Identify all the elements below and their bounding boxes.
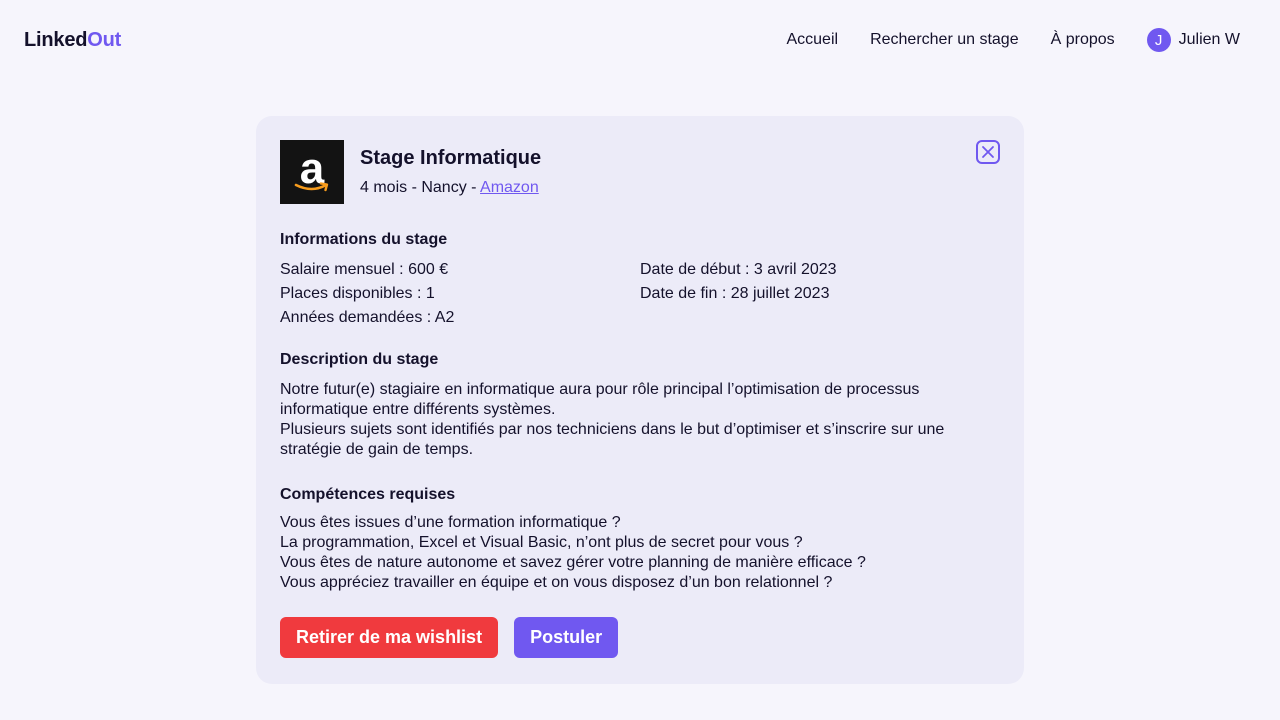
close-icon xyxy=(982,146,994,158)
job-title: Stage Informatique xyxy=(360,147,542,169)
actions: Retirer de ma wishlist Postuler xyxy=(280,617,1000,658)
job-meta: 4 mois - Nancy - Amazon xyxy=(360,178,541,198)
years-line: Années demandées : A2 xyxy=(280,309,455,326)
skills-title: Compétences requises xyxy=(280,486,456,503)
job-meta-text: 4 mois - Nancy - xyxy=(360,179,481,196)
nav-link-about[interactable]: À propos xyxy=(1051,31,1115,49)
description-line: Plusieurs sujets sont identifiés par nos… xyxy=(280,421,945,458)
avatar: J xyxy=(1146,28,1171,52)
description-line: Notre futur(e) stagiaire en informatique… xyxy=(280,381,920,418)
offer-header: a Stage Informatique 4 mois - Nancy - Am… xyxy=(280,140,1000,204)
skill-line: La programmation, Excel et Visual Basic,… xyxy=(280,534,803,551)
start-date-line: Date de début : 3 avril 2023 xyxy=(640,261,837,278)
internship-card: a Stage Informatique 4 mois - Nancy - Am… xyxy=(256,116,1024,684)
info-grid: Salaire mensuel : 600 € Places disponibl… xyxy=(280,258,1000,330)
user-name: Julien W xyxy=(1178,31,1240,48)
skills-section: Compétences requises Vous êtes issues d’… xyxy=(280,485,1000,593)
app-logo[interactable]: LinkedOut xyxy=(24,29,121,52)
info-title: Informations du stage xyxy=(280,231,448,248)
user-menu[interactable]: J Julien W xyxy=(1146,28,1240,52)
logo-part-a: Linked xyxy=(24,28,88,51)
description-section: Description du stage Notre futur(e) stag… xyxy=(280,350,1000,460)
main-nav: Accueil Rechercher un stage À propos J J… xyxy=(754,28,1240,52)
description-text: Notre futur(e) stagiaire en informatique… xyxy=(280,380,1000,460)
nav-link-search-internship[interactable]: Rechercher un stage xyxy=(870,31,1019,49)
close-button[interactable] xyxy=(976,140,1000,164)
top-bar: LinkedOut Accueil Rechercher un stage À … xyxy=(0,0,1280,80)
offer-heading: Stage Informatique 4 mois - Nancy - Amaz… xyxy=(360,140,541,198)
remove-from-wishlist-button[interactable]: Retirer de ma wishlist xyxy=(280,617,499,658)
salary-line: Salaire mensuel : 600 € xyxy=(280,261,449,278)
skill-line: Vous êtes issues d’une formation informa… xyxy=(280,514,621,531)
info-section: Informations du stage Salaire mensuel : … xyxy=(280,230,1000,330)
skill-line: Vous appréciez travailler en équipe et o… xyxy=(280,574,833,591)
info-column-right: Date de début : 3 avril 2023 Date de fin… xyxy=(640,258,1000,330)
nav-link-accueil[interactable]: Accueil xyxy=(786,31,838,49)
logo-part-b: Out xyxy=(87,28,122,51)
description-title: Description du stage xyxy=(280,351,439,368)
apply-button[interactable]: Postuler xyxy=(514,617,619,658)
end-date-line: Date de fin : 28 juillet 2023 xyxy=(640,285,830,302)
skill-line: Vous êtes de nature autonome et savez gé… xyxy=(280,554,866,571)
info-column-left: Salaire mensuel : 600 € Places disponibl… xyxy=(280,258,640,330)
amazon-smile-icon xyxy=(294,182,329,192)
skills-text: Vous êtes issues d’une formation informa… xyxy=(280,513,1000,593)
company-logo: a xyxy=(280,140,344,204)
places-line: Places disponibles : 1 xyxy=(280,285,435,302)
company-link[interactable]: Amazon xyxy=(480,179,539,196)
